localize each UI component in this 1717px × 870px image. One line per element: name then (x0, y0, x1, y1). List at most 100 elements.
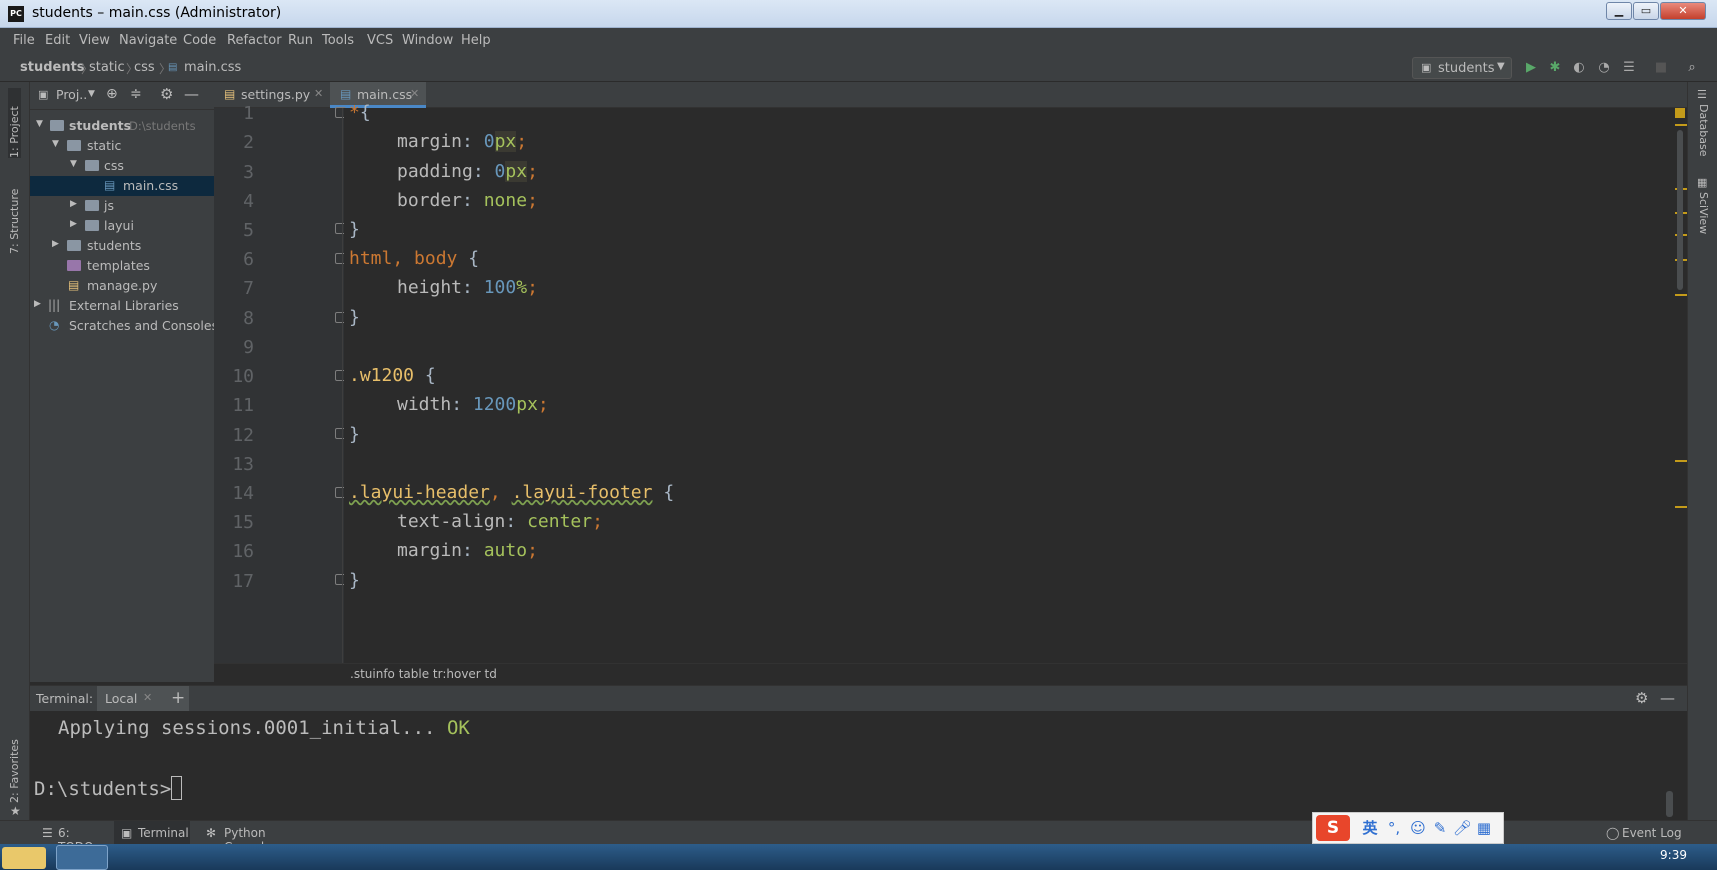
code-line-17: } (349, 570, 360, 591)
collapse-all-icon[interactable]: ≑ (130, 86, 142, 102)
warning-mark[interactable] (1675, 294, 1687, 296)
menu-refactor[interactable]: Refactor (227, 33, 282, 48)
gear-icon[interactable]: ⚙ (1635, 689, 1648, 707)
warning-icon[interactable] (1675, 108, 1685, 118)
window-title: students – main.css (Administrator) (32, 5, 282, 21)
error-stripe[interactable] (1675, 108, 1687, 663)
run-icon[interactable]: ▶ (1524, 61, 1538, 75)
editor-scrollbar[interactable] (1677, 130, 1683, 290)
tree-item-static[interactable]: ▼ static (30, 136, 214, 156)
handwriting-icon[interactable]: ✎ (1431, 819, 1449, 837)
warning-mark[interactable] (1675, 506, 1687, 508)
terminal-tab-label: Local (105, 691, 138, 706)
system-clock[interactable]: 9:39 (1660, 848, 1687, 862)
tree-item-templates[interactable]: templates (30, 256, 214, 276)
close-icon[interactable]: ✕ (1660, 2, 1706, 20)
terminal-scrollbar[interactable] (1666, 791, 1673, 817)
tree-item-students-root[interactable]: ▼ students D:\students (30, 116, 214, 136)
stop-icon[interactable]: ■ (1654, 61, 1668, 75)
concurrency-icon[interactable]: ☰ (1622, 61, 1636, 75)
css-selector-path[interactable]: .stuinfo table tr:hover td (350, 667, 497, 681)
menu-navigate[interactable]: Navigate (119, 33, 177, 48)
terminal-label: Terminal: (36, 691, 94, 706)
warning-mark[interactable] (1675, 460, 1687, 462)
search-everywhere-icon[interactable]: ⌕ (1685, 61, 1699, 75)
run-configuration-select[interactable]: ▣ students ▼ (1412, 57, 1512, 79)
text-cursor (171, 776, 183, 800)
tree-label: js (104, 198, 114, 213)
tool-window-python-console[interactable]: ✻ Python Console (200, 821, 312, 854)
breadcrumb-css[interactable]: css (134, 60, 155, 75)
breadcrumb-file[interactable]: main.css (184, 60, 241, 75)
tree-item-js[interactable]: ▶ js (30, 196, 214, 216)
css-unit: px (494, 131, 517, 152)
toolbox-icon[interactable]: ▦ (1475, 819, 1493, 837)
close-icon[interactable]: ✕ (314, 87, 323, 100)
file-explorer-icon[interactable] (2, 847, 46, 869)
breadcrumb-static[interactable]: static (89, 60, 125, 75)
ime-toolbar: S 英 °, ☺ ✎ 🎤︎ ▦ (1312, 812, 1504, 844)
new-session-icon[interactable]: + (171, 688, 185, 708)
close-icon[interactable]: ✕ (143, 691, 152, 704)
tool-window-project[interactable]: 1: Project (8, 88, 21, 158)
tool-window-sciview[interactable]: SciView (1697, 192, 1710, 234)
coverage-icon[interactable]: ◐ (1572, 61, 1586, 75)
profile-icon[interactable]: ◔ (1597, 61, 1611, 75)
tool-window-structure[interactable]: 7: Structure (8, 174, 21, 254)
code-line-2: margin: 0px; (397, 131, 528, 152)
microphone-icon[interactable]: 🎤︎ (1453, 819, 1472, 837)
tree-label: templates (87, 258, 150, 273)
tree-item-students[interactable]: ▶ students (30, 236, 214, 256)
maximize-icon[interactable]: ▭ (1633, 2, 1659, 20)
code-line-4: border: none; (397, 190, 538, 211)
sogou-logo-icon[interactable]: S (1316, 815, 1350, 841)
project-view-select[interactable]: Proj.. (56, 87, 87, 102)
run-config-label: students (1438, 61, 1495, 76)
ime-language-toggle[interactable]: 英 (1361, 819, 1379, 837)
menu-run[interactable]: Run (288, 33, 313, 48)
terminal-output[interactable]: Applying sessions.0001_initial... OK D:\… (30, 711, 1675, 820)
debug-icon[interactable]: ✱ (1548, 61, 1562, 75)
gear-icon[interactable]: ⚙ (160, 85, 173, 103)
hide-panel-icon[interactable]: — (1660, 689, 1675, 707)
tree-item-scratches[interactable]: ◔ Scratches and Consoles (30, 316, 218, 336)
python-file-icon: ▤ (224, 87, 236, 101)
tab-main-css[interactable]: ▤ main.css ✕ (330, 82, 426, 108)
code-line-12: } (349, 424, 360, 445)
menu-view[interactable]: View (79, 33, 110, 48)
hide-panel-icon[interactable]: — (184, 85, 199, 103)
tool-window-todo[interactable]: ☰ 6: TODO (38, 821, 106, 854)
tree-item-main-css[interactable]: ▤ main.css (30, 176, 214, 196)
code-editor[interactable]: *{ margin: 0px; padding: 0px; border: no… (342, 102, 1675, 663)
menu-file[interactable]: File (13, 33, 35, 48)
tree-item-manage-py[interactable]: ▤ manage.py (30, 276, 214, 296)
line-number: 13 (232, 454, 254, 475)
event-log-button[interactable]: ◯ Event Log (1604, 821, 1684, 845)
taskbar-app-pycharm[interactable] (56, 845, 108, 870)
css-number: 0 (483, 131, 495, 152)
menu-code[interactable]: Code (183, 33, 216, 48)
tree-item-css[interactable]: ▼ css (30, 156, 214, 176)
code-line-1: *{ (349, 102, 371, 123)
tree-item-external-libraries[interactable]: ▶ ||| External Libraries (30, 296, 214, 316)
tool-window-favorites[interactable]: 2: Favorites (8, 727, 21, 803)
menu-help[interactable]: Help (461, 33, 491, 48)
emoji-icon[interactable]: ☺ (1409, 819, 1427, 837)
minimize-icon[interactable]: ▁ (1606, 2, 1632, 20)
tool-window-terminal[interactable]: ▣ Terminal (114, 821, 190, 845)
tab-label: settings.py (241, 87, 311, 102)
line-number: 4 (243, 191, 254, 212)
close-icon[interactable]: ✕ (410, 87, 419, 100)
menu-window[interactable]: Window (402, 33, 453, 48)
breadcrumb-project[interactable]: students (20, 60, 85, 75)
tree-item-layui[interactable]: ▶ layui (30, 216, 214, 236)
line-number: 11 (232, 395, 254, 416)
project-view-icon: ▣ (38, 88, 49, 101)
menu-edit[interactable]: Edit (45, 33, 70, 48)
punctuation-icon[interactable]: °, (1385, 819, 1403, 837)
menu-vcs[interactable]: VCS (367, 33, 393, 48)
tool-window-database[interactable]: Database (1697, 104, 1710, 157)
menu-tools[interactable]: Tools (322, 33, 354, 48)
locate-file-icon[interactable]: ⊕ (106, 86, 118, 102)
warning-mark[interactable] (1675, 124, 1687, 126)
